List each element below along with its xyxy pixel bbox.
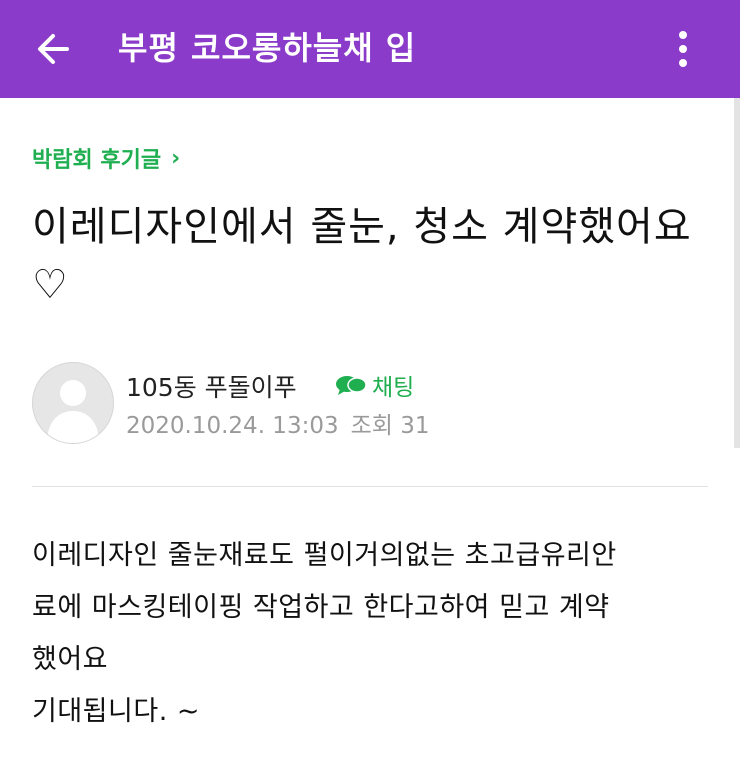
arrow-left-icon xyxy=(38,34,69,64)
body-line: 이레디자인 줄눈재료도 펄이거의없는 초고급유리안 xyxy=(32,540,617,571)
chat-label: 채팅 xyxy=(372,375,415,401)
app-bar: 부평 코오롱하늘채 입 xyxy=(0,0,740,98)
scrollbar[interactable] xyxy=(734,98,740,448)
page-title: 부평 코오롱하늘채 입 xyxy=(118,29,417,67)
view-count: 조회 31 xyxy=(350,413,430,439)
more-options-button[interactable] xyxy=(656,22,710,76)
chat-button[interactable]: 채팅 xyxy=(334,368,414,402)
back-button[interactable] xyxy=(26,22,80,76)
body-line: 기대됩니다. ~ xyxy=(32,696,200,727)
body-line: 했어요 xyxy=(32,644,109,675)
board-link[interactable]: 박람회 후기글 › xyxy=(32,142,180,174)
post-date: 2020.10.24. 13:03 xyxy=(126,413,339,439)
post-title: 이레디자인에서 줄눈, 청소 계약했어요♡ xyxy=(32,204,692,308)
default-user-icon xyxy=(47,380,99,443)
author-name[interactable]: 105동 푸돌이푸 xyxy=(126,368,297,404)
post-body: 이레디자인 줄눈재료도 펄이거의없는 초고급유리안 료에 마스킹테이핑 작업하고… xyxy=(32,530,722,738)
avatar[interactable] xyxy=(32,362,114,444)
post-meta: 2020.10.24. 13:03 조회 31 xyxy=(126,406,430,440)
body-line: 료에 마스킹테이핑 작업하고 한다고하여 믿고 계약 xyxy=(32,592,610,623)
more-vertical-icon xyxy=(679,31,687,67)
chat-bubble-icon xyxy=(336,376,367,395)
board-link-label: 박람회 후기글 xyxy=(32,148,162,173)
chevron-right-icon: › xyxy=(171,145,181,171)
divider xyxy=(32,486,708,487)
